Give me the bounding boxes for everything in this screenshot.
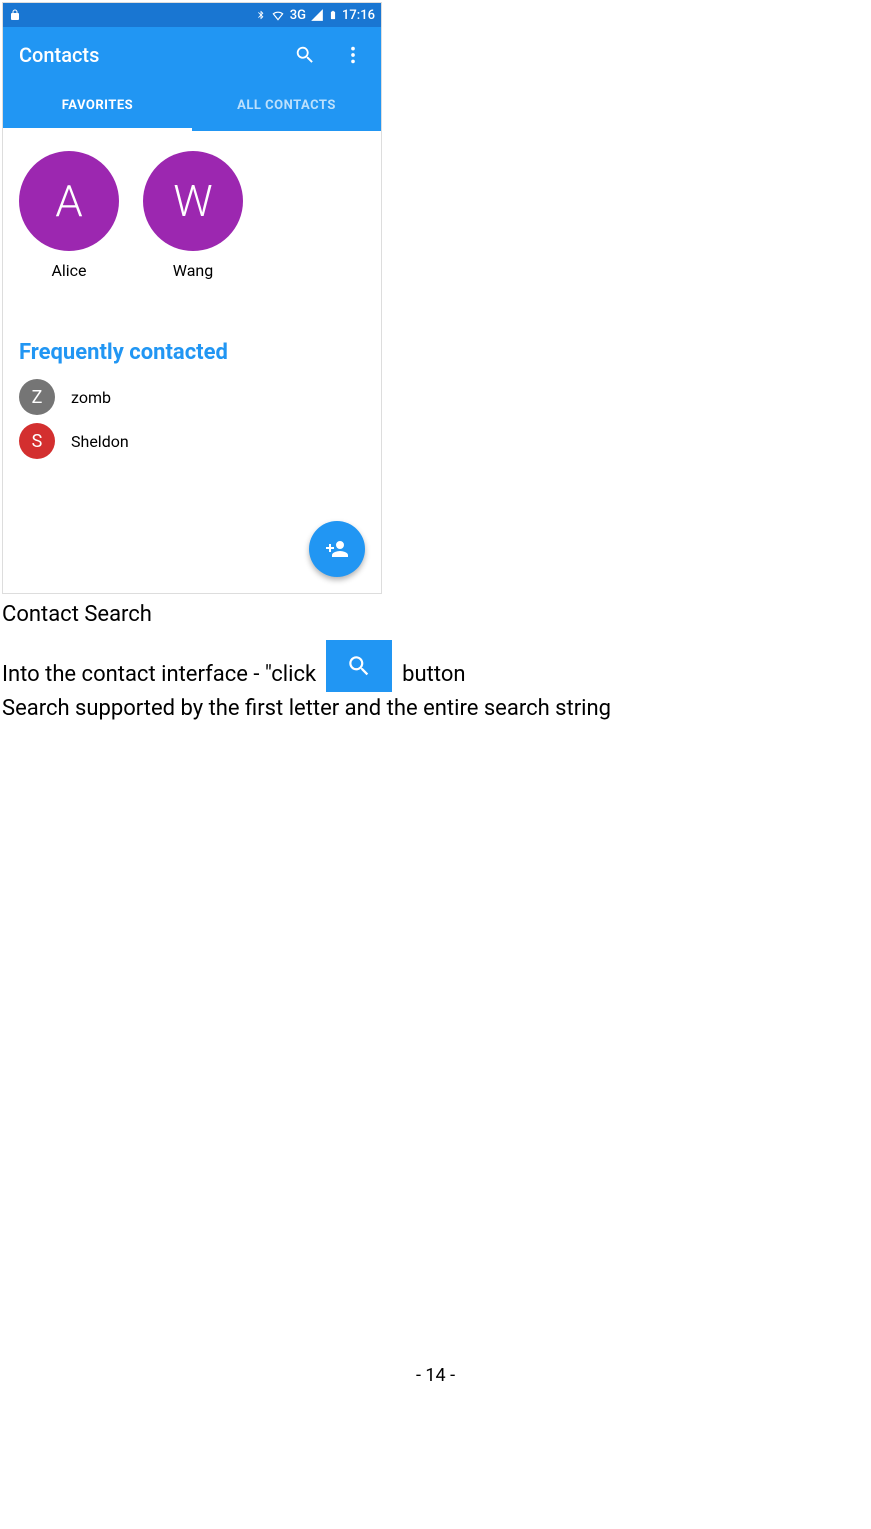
avatar-initial: A [55, 175, 83, 227]
doc-text-post: button [400, 658, 467, 692]
avatar-initial: S [32, 431, 43, 452]
contact-name: zomb [71, 388, 111, 407]
search-icon [346, 653, 372, 679]
search-icon [294, 44, 316, 66]
app-bar: Contacts [3, 27, 381, 83]
status-bar: 3G 17:16 [3, 3, 381, 27]
avatar: A [19, 151, 119, 251]
frequent-contact-zomb[interactable]: Z zomb [3, 375, 381, 419]
frequent-contact-sheldon[interactable]: S Sheldon [3, 419, 381, 463]
network-label: 3G [290, 8, 306, 23]
favorites-grid: A Alice W Wang [3, 131, 381, 290]
tab-label: ALL CONTACTS [237, 98, 336, 113]
page-number: - 14 - [0, 1365, 871, 1406]
signal-icon [310, 8, 324, 22]
avatar-initial: W [173, 175, 212, 227]
tab-all-contacts[interactable]: ALL CONTACTS [192, 83, 381, 131]
avatar: S [19, 423, 55, 459]
section-header-frequent: Frequently contacted [3, 290, 381, 375]
tabs: FAVORITES ALL CONTACTS [3, 83, 381, 131]
battery-icon [328, 8, 338, 22]
wifi-icon [270, 8, 286, 22]
bluetooth-icon [256, 8, 266, 22]
favorite-contact-wang[interactable]: W Wang [143, 151, 243, 280]
doc-line-2: Search supported by the first letter and… [0, 692, 871, 726]
tab-label: FAVORITES [62, 98, 133, 113]
doc-heading: Contact Search [0, 598, 871, 632]
tab-favorites[interactable]: FAVORITES [3, 83, 192, 131]
overflow-menu-button[interactable] [341, 43, 365, 67]
add-person-icon [325, 537, 349, 561]
avatar: W [143, 151, 243, 251]
page-title: Contacts [19, 43, 99, 67]
contact-name: Alice [51, 261, 86, 280]
inline-search-button[interactable] [326, 640, 392, 692]
search-button[interactable] [293, 43, 317, 67]
clock-time: 17:16 [342, 8, 375, 23]
favorite-contact-alice[interactable]: A Alice [19, 151, 119, 280]
contact-name: Sheldon [71, 432, 129, 451]
add-contact-fab[interactable] [309, 521, 365, 577]
contact-name: Wang [173, 261, 213, 280]
avatar: Z [19, 379, 55, 415]
more-vert-icon [342, 44, 364, 66]
lock-icon [9, 8, 21, 22]
doc-text-pre: Into the contact interface - "click [0, 658, 318, 692]
contacts-app-screenshot: 3G 17:16 Contacts [2, 2, 382, 594]
avatar-initial: Z [32, 387, 43, 408]
doc-line-1: Into the contact interface - "click butt… [0, 640, 871, 692]
